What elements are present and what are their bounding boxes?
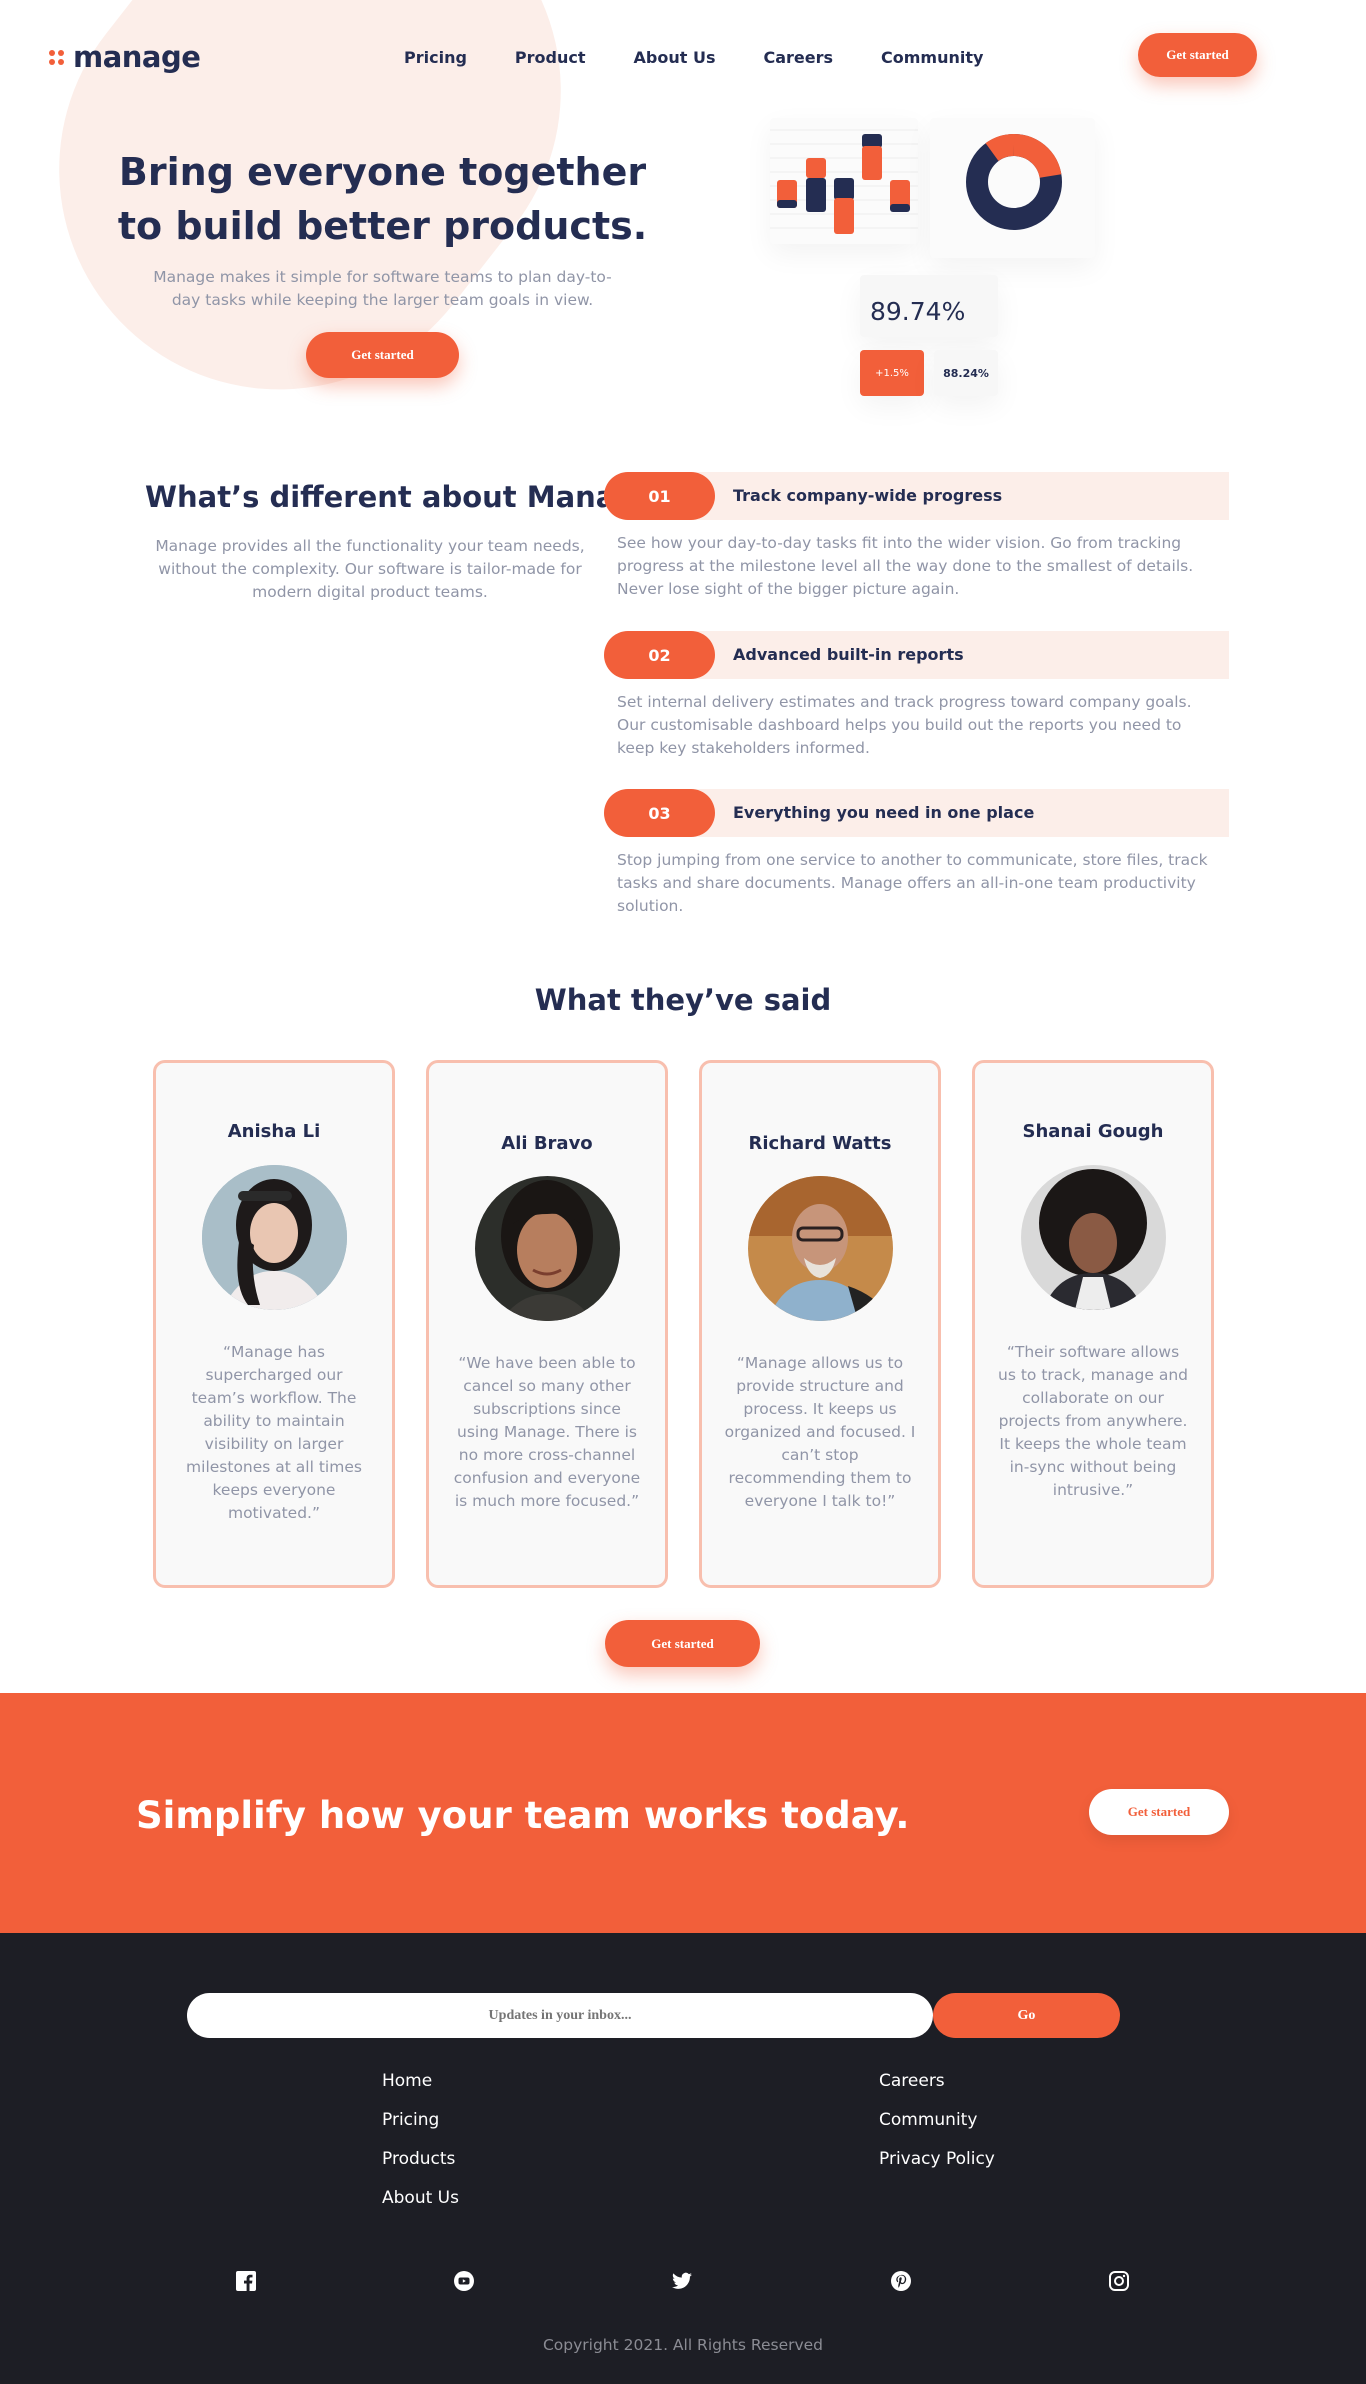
avatar-portrait-icon [1021, 1165, 1166, 1310]
avatar-portrait-icon [202, 1165, 347, 1310]
feature-title: Track company-wide progress [733, 486, 1003, 505]
twitter-icon[interactable] [671, 2270, 693, 2292]
nav-link-careers[interactable]: Careers [763, 48, 833, 67]
feature-item: 01 Track company-wide progress See how y… [604, 472, 1229, 601]
nav-link-community[interactable]: Community [881, 48, 983, 67]
avatar [1021, 1165, 1166, 1310]
feature-title: Everything you need in one place [733, 803, 1035, 822]
nav-link-product[interactable]: Product [515, 48, 586, 67]
testimonial-quote: “Manage allows us to provide structure a… [724, 1354, 916, 1510]
logo[interactable]: manage [49, 40, 201, 74]
footer-link-pricing[interactable]: Pricing [382, 2109, 459, 2148]
avatar-portrait-icon [475, 1176, 620, 1321]
nav-links: Pricing Product About Us Careers Communi… [404, 48, 1031, 67]
avatar [748, 1176, 893, 1321]
footer-links-column: Careers Community Privacy Policy [879, 2070, 995, 2187]
feature-item: 03 Everything you need in one place Stop… [604, 789, 1229, 918]
feature-title: Advanced built-in reports [733, 645, 964, 664]
avatar [202, 1165, 347, 1310]
top-navigation: manage Pricing Product About Us Careers … [0, 0, 1366, 115]
logo-mark-icon [49, 48, 65, 66]
feature-description: See how your day-to-day tasks fit into t… [617, 534, 1194, 598]
hero-get-started-button[interactable]: Get started [306, 332, 459, 378]
testimonial-name: Richard Watts [748, 1133, 892, 1154]
features-subtitle: Manage provides all the functionality yo… [155, 537, 585, 601]
newsletter-go-button[interactable]: Go [933, 1993, 1120, 2038]
testimonials-title: What they’ve said [534, 983, 832, 1017]
feature-description: Stop jumping from one service to another… [617, 851, 1208, 915]
cta-title: Simplify how your team works today. [136, 1794, 910, 1837]
avatar [475, 1176, 620, 1321]
donut-chart [966, 134, 1062, 230]
footer-link-careers[interactable]: Careers [879, 2070, 995, 2109]
avatar-portrait-icon [748, 1176, 893, 1321]
bar-chart-gridlines [770, 129, 918, 234]
testimonial-name: Ali Bravo [501, 1133, 593, 1154]
footer-link-community[interactable]: Community [879, 2109, 995, 2148]
nav-get-started-button[interactable]: Get started [1138, 33, 1257, 77]
testimonial-name: Shanai Gough [1022, 1121, 1164, 1142]
copyright-text: Copyright 2021. All Rights Reserved [542, 2336, 824, 2354]
testimonials-get-started-button[interactable]: Get started [605, 1620, 760, 1667]
dashboard-change-badge: +1.5% [860, 350, 924, 396]
footer-link-privacy-policy[interactable]: Privacy Policy [879, 2148, 995, 2187]
pinterest-icon[interactable] [890, 2270, 912, 2292]
feature-description: Set internal delivery estimates and trac… [617, 693, 1192, 757]
facebook-icon[interactable] [235, 2270, 257, 2292]
footer: Go Home Pricing Products About Us Career… [0, 1933, 1366, 2384]
feature-header: 02 Advanced built-in reports [604, 631, 1229, 679]
feature-number-badge: 03 [604, 789, 715, 837]
feature-header: 01 Track company-wide progress [604, 472, 1229, 520]
cta-band: Simplify how your team works today. Get … [0, 1693, 1366, 1933]
testimonial-quote: “Manage has supercharged our team’s work… [186, 1343, 362, 1522]
testimonial-card: Ali Bravo “We have been able to cancel s… [426, 1060, 668, 1588]
hero-subtitle: Manage makes it simple for software team… [153, 268, 612, 309]
feature-header: 03 Everything you need in one place [604, 789, 1229, 837]
footer-link-about-us[interactable]: About Us [382, 2187, 459, 2226]
nav-link-pricing[interactable]: Pricing [404, 48, 467, 67]
feature-number-badge: 02 [604, 631, 715, 679]
testimonial-quote: “Their software allows us to track, mana… [998, 1343, 1188, 1499]
dashboard-secondary-value: 88.24% [934, 350, 998, 396]
testimonial-card: Richard Watts “Manage allows us to provi… [699, 1060, 941, 1588]
footer-link-home[interactable]: Home [382, 2070, 459, 2109]
footer-link-products[interactable]: Products [382, 2148, 459, 2187]
testimonial-card: Anisha Li “Manage has supercharged our t… [153, 1060, 395, 1588]
youtube-icon[interactable] [453, 2270, 475, 2292]
hero-title: Bring everyone together to build better … [117, 150, 648, 248]
feature-number-badge: 01 [604, 472, 715, 520]
newsletter-email-input[interactable] [187, 1993, 933, 2038]
dashboard-bar-chart-illustration [770, 118, 918, 244]
testimonial-name: Anisha Li [227, 1121, 321, 1142]
testimonial-quote: “We have been able to cancel so many oth… [453, 1354, 641, 1510]
instagram-icon[interactable] [1108, 2270, 1130, 2292]
nav-link-about-us[interactable]: About Us [634, 48, 716, 67]
dashboard-main-value: 89.74% [870, 297, 966, 326]
footer-links-column: Home Pricing Products About Us [382, 2070, 459, 2226]
features-title: What’s different about Manage? [145, 480, 673, 514]
cta-get-started-button[interactable]: Get started [1089, 1789, 1229, 1835]
dashboard-donut-chart-illustration [930, 118, 1095, 258]
testimonial-card: Shanai Gough “Their software allows us t… [972, 1060, 1214, 1588]
feature-item: 02 Advanced built-in reports Set interna… [604, 631, 1229, 760]
logo-text: manage [73, 40, 201, 74]
dashboard-percent-card: 89.74% [860, 275, 998, 337]
